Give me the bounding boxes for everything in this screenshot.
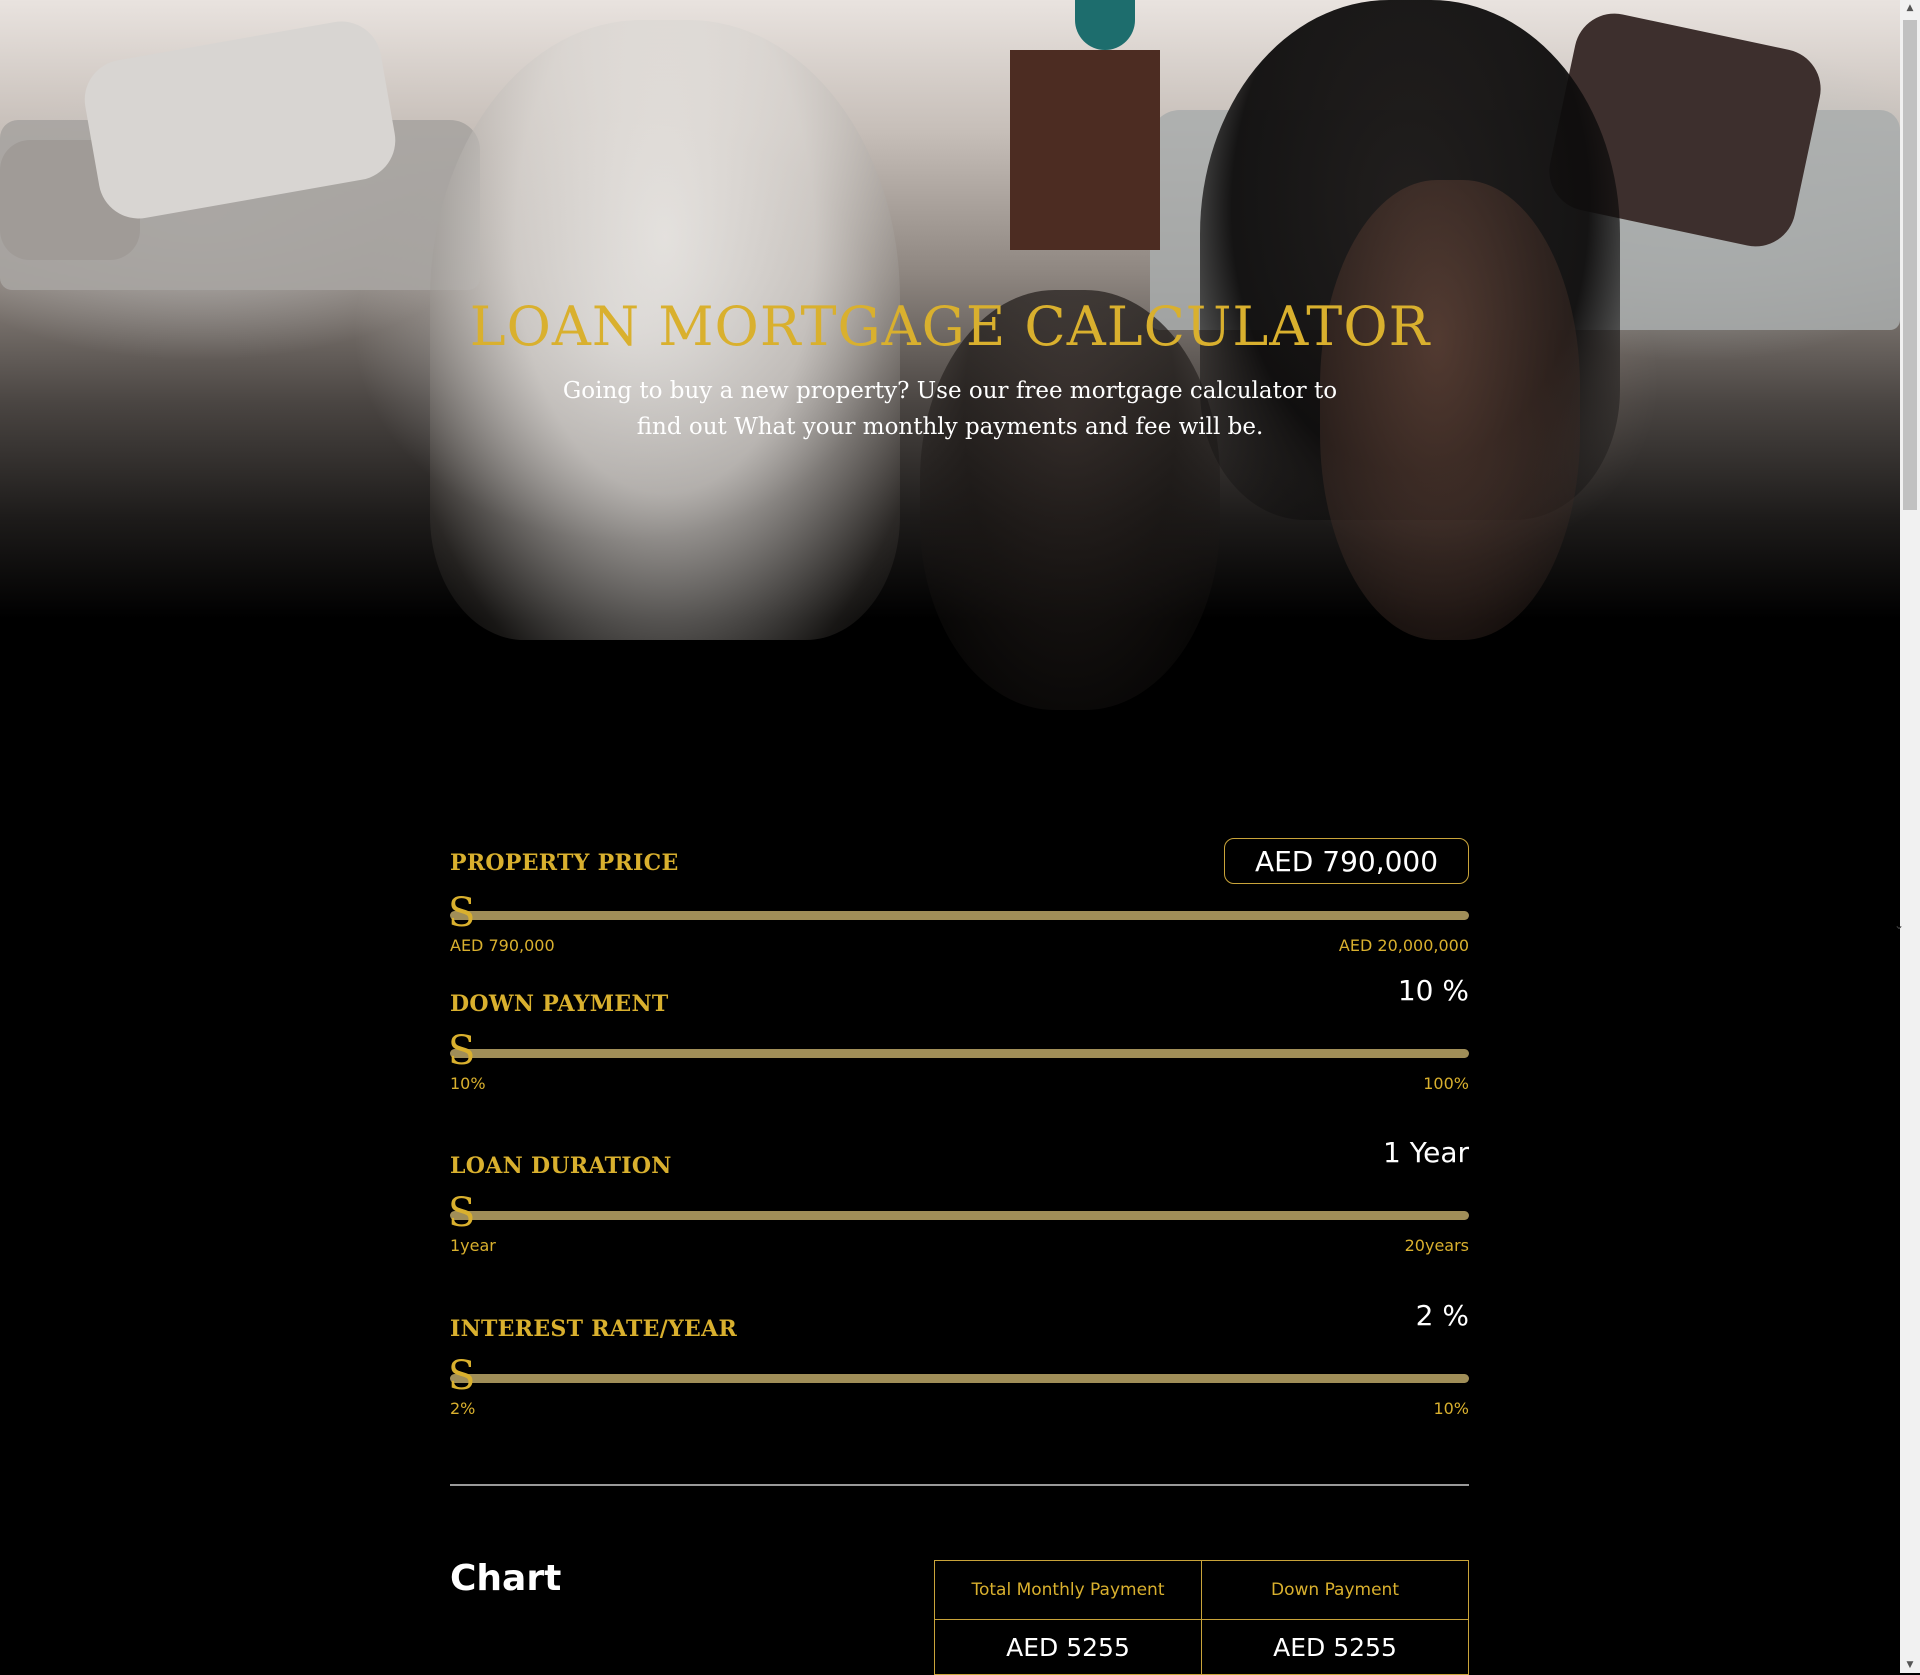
interest-rate-max: 10% [1433, 1399, 1469, 1418]
hero-banner: LOAN MORTGAGE CALCULATOR Going to buy a … [0, 0, 1900, 720]
property-price-min: AED 790,000 [450, 936, 555, 955]
payment-summary-table: Total Monthly Payment Down Payment AED 5… [934, 1560, 1469, 1675]
interest-rate-slider[interactable]: S [448, 1356, 1469, 1396]
loan-duration-label: LOAN DURATION [450, 1153, 672, 1179]
page-title: LOAN MORTGAGE CALCULATOR [469, 295, 1431, 358]
loan-duration-slider-thumb[interactable]: S [448, 1193, 475, 1233]
down-payment-result-value: AED 5255 [1201, 1619, 1469, 1675]
page-subtitle: Going to buy a new property? Use our fre… [562, 378, 1338, 440]
down-payment-header: Down Payment [1201, 1560, 1469, 1620]
hero-photo-detail [1075, 0, 1135, 50]
loan-duration-min: 1year [450, 1236, 496, 1255]
total-monthly-payment-header: Total Monthly Payment [934, 1560, 1202, 1620]
section-divider [450, 1484, 1469, 1486]
scroll-up-icon[interactable]: ▲ [1900, 0, 1920, 16]
scrollbar-thumb[interactable] [1903, 20, 1917, 510]
down-payment-value: 10 % [1397, 974, 1469, 1007]
loan-duration-slider[interactable]: S [448, 1193, 1469, 1233]
page-scrollbar[interactable]: ▲ ▼ [1900, 0, 1920, 1673]
down-payment-label: DOWN PAYMENT [450, 991, 669, 1017]
interest-rate-label: INTEREST RATE/YEAR [450, 1316, 738, 1342]
scroll-down-icon[interactable]: ▼ [1900, 1657, 1920, 1673]
property-price-max: AED 20,000,000 [1338, 936, 1469, 955]
property-price-slider-thumb[interactable]: S [448, 893, 475, 933]
total-monthly-payment-value: AED 5255 [934, 1619, 1202, 1675]
down-payment-min: 10% [450, 1074, 486, 1093]
hero-photo-detail [1320, 180, 1580, 640]
loan-duration-value: 1 Year [1383, 1136, 1469, 1169]
down-payment-slider-thumb[interactable]: S [448, 1031, 475, 1071]
hero-photo-detail [1010, 50, 1160, 250]
down-payment-slider[interactable]: S [448, 1031, 1469, 1071]
interest-rate-slider-thumb[interactable]: S [448, 1356, 475, 1396]
chart-heading: Chart [450, 1558, 562, 1599]
down-payment-max: 100% [1423, 1074, 1469, 1093]
property-price-input[interactable]: AED 790,000 [1224, 838, 1469, 884]
interest-rate-value: 2 % [1415, 1299, 1469, 1332]
loan-duration-max: 20years [1404, 1236, 1469, 1255]
property-price-label: PROPERTY PRICE [450, 850, 679, 876]
property-price-slider[interactable]: S [448, 893, 1469, 933]
interest-rate-min: 2% [450, 1399, 476, 1418]
chevron-down-icon[interactable]: ⌄ [1894, 918, 1904, 932]
